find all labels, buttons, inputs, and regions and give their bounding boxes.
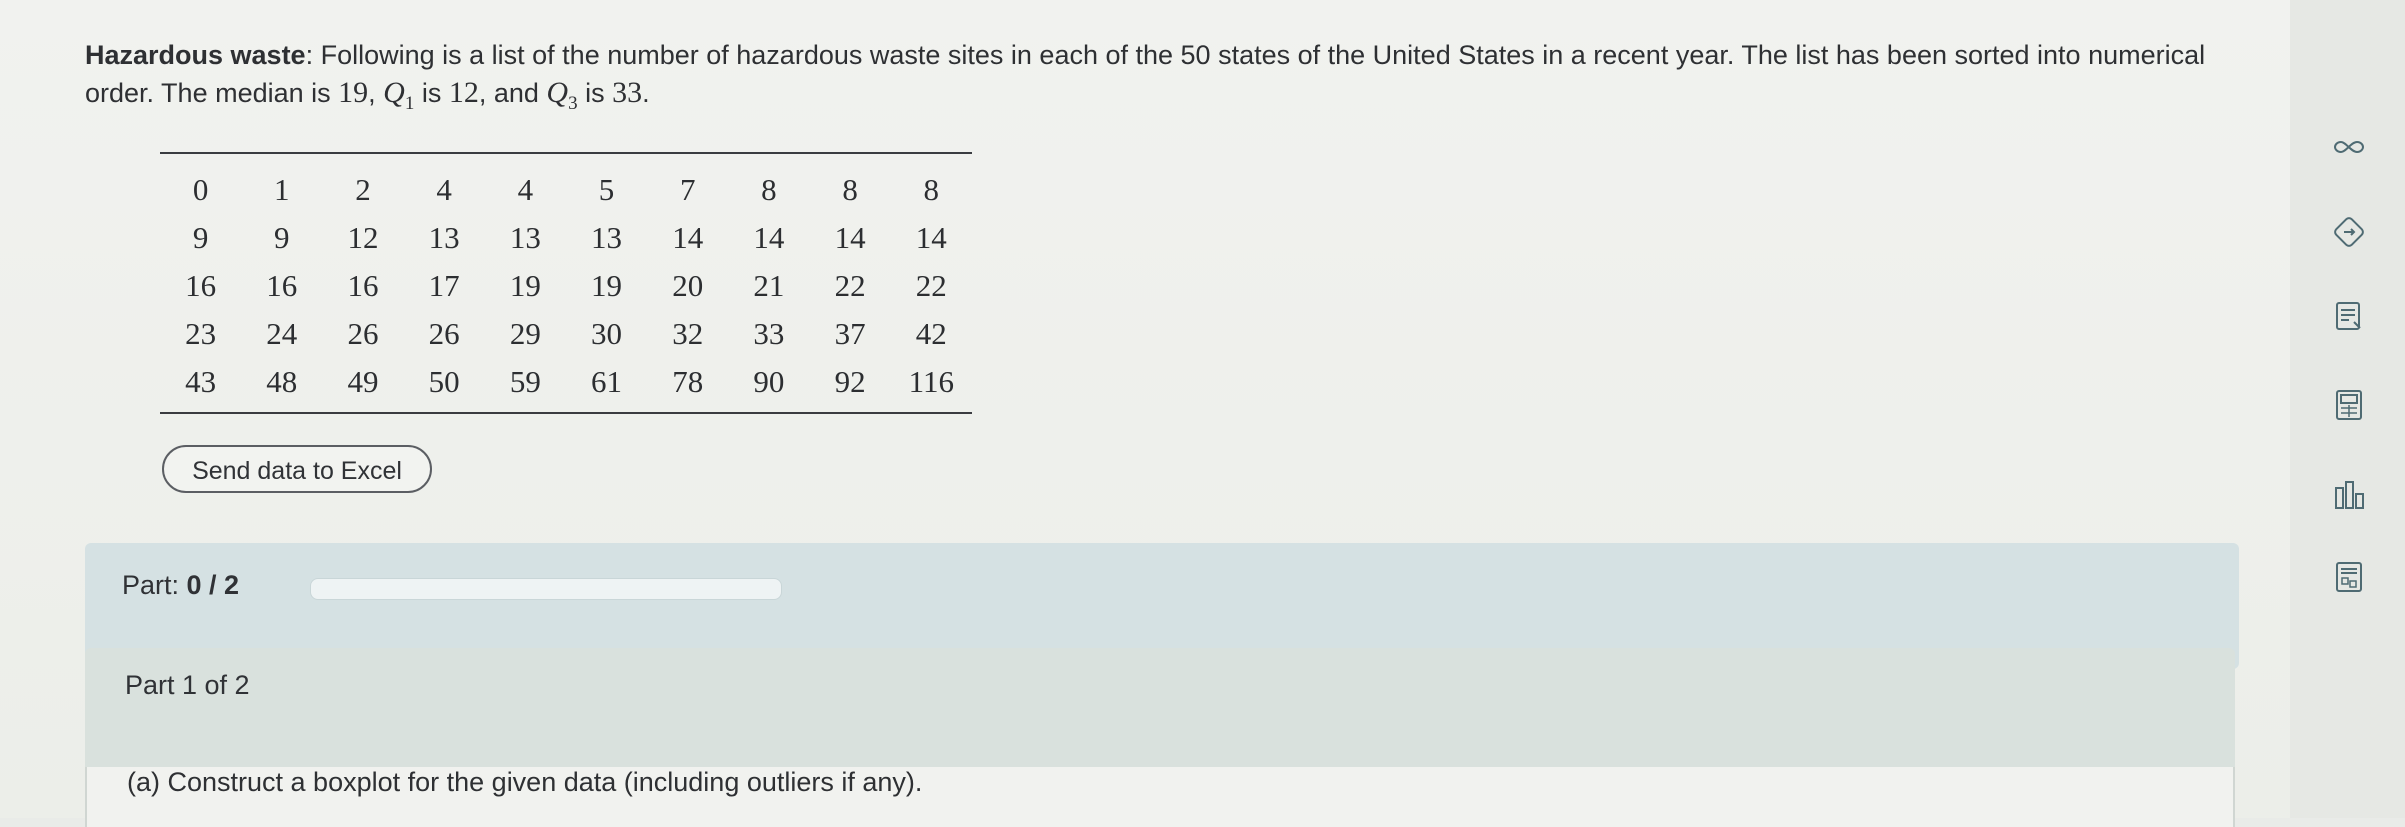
- table-cell: 23: [185, 316, 217, 351]
- table-cell: 8: [923, 172, 940, 207]
- table-cell: 20: [672, 268, 704, 303]
- infinity-icon[interactable]: [2332, 130, 2366, 164]
- table-cell: 90: [753, 364, 785, 399]
- table-cell: 92: [834, 364, 866, 399]
- table-cell: 26: [347, 316, 379, 351]
- send-to-excel-button[interactable]: Send data to Excel: [162, 445, 432, 493]
- table-cell: 29: [509, 316, 541, 351]
- part-label-text: Part:: [122, 570, 187, 600]
- table-row: 43 48 49 50 59 61 78 90 92 116: [160, 358, 972, 406]
- table-cell: 59: [509, 364, 541, 399]
- table-cell: 13: [591, 220, 623, 255]
- table-cell: 1: [274, 172, 290, 207]
- part-progress-label: Part: 0 / 2: [122, 570, 239, 601]
- table-cell: 2: [355, 172, 371, 207]
- table-row: 16 16 16 17 19 19 20 21 22 22: [160, 262, 972, 310]
- table-cell: 61: [591, 364, 623, 399]
- q3-subscript: 3: [568, 93, 578, 114]
- right-toolbar: [2290, 0, 2405, 818]
- table-cell: 14: [834, 220, 866, 255]
- table-cell: 24: [266, 316, 298, 351]
- q1-value: 12: [448, 76, 479, 109]
- table-cell: 48: [266, 364, 298, 399]
- part-progress-value: 0 / 2: [186, 570, 240, 600]
- part1-body: (a) Construct a boxplot for the given da…: [85, 767, 2235, 827]
- table-row: 9 9 12 13 13 13 14 14 14 14: [160, 214, 972, 262]
- question-text: (a) Construct a boxplot for the given da…: [127, 767, 923, 797]
- table-cell: 26: [428, 316, 460, 351]
- problem-text: .: [642, 78, 650, 108]
- table-cell: 22: [915, 268, 947, 303]
- part1-title: Part 1 of 2: [125, 670, 250, 700]
- problem-heading: Hazardous waste: [85, 40, 306, 70]
- table-cell: 9: [274, 220, 290, 255]
- table-cell: 8: [842, 172, 858, 207]
- table-cell: 43: [185, 364, 217, 399]
- table-cell: 42: [915, 316, 947, 351]
- table-cell: 14: [753, 220, 785, 255]
- table-cell: 21: [753, 268, 785, 303]
- bar-chart-icon[interactable]: [2332, 478, 2366, 512]
- table-cell: 0: [192, 172, 209, 207]
- table-cell: 16: [266, 268, 298, 303]
- data-table: 0 1 2 4 4 5 7 8 8 8 9 9 12 13 13 13 14 1…: [160, 152, 972, 414]
- table-cell: 5: [598, 172, 615, 207]
- table-cell: 16: [185, 268, 217, 303]
- table-cell: 32: [672, 316, 704, 351]
- table-row: 0 1 2 4 4 5 7 8 8 8: [160, 166, 972, 214]
- tag-icon[interactable]: [2332, 215, 2366, 249]
- table-cell: 33: [753, 316, 785, 351]
- table-cell: 4: [436, 172, 452, 207]
- table-cell: 19: [591, 268, 623, 303]
- problem-text: is: [577, 78, 613, 108]
- q1-subscript: 1: [404, 93, 415, 114]
- progress-track: [310, 578, 782, 600]
- problem-text: is: [414, 78, 449, 108]
- table-cell: 12: [347, 220, 379, 255]
- main-content: Hazardous waste: Following is a list of …: [0, 0, 2290, 827]
- data-sheet-icon[interactable]: [2332, 560, 2366, 594]
- table-cell: 50: [428, 364, 460, 399]
- table-cell: 14: [915, 220, 947, 255]
- q3-symbol: Q3: [546, 76, 577, 114]
- table-cell: 49: [347, 364, 379, 399]
- notes-icon[interactable]: [2332, 300, 2366, 334]
- q1-symbol: Q1: [383, 76, 414, 114]
- table-cell: 13: [428, 220, 460, 255]
- part1-header: Part 1 of 2: [85, 648, 2235, 768]
- table-cell: 19: [509, 268, 541, 303]
- q3-value: 33: [612, 76, 643, 109]
- problem-text: ,: [368, 78, 384, 108]
- table-cell: 13: [509, 220, 541, 255]
- table-cell: 14: [672, 220, 704, 255]
- table-cell: 16: [347, 268, 379, 303]
- q1-variable: Q: [383, 76, 405, 109]
- table-cell: 22: [834, 268, 866, 303]
- table-cell: 30: [591, 316, 623, 351]
- table-cell: 37: [834, 316, 866, 351]
- median-value: 19: [338, 76, 369, 109]
- table-cell: 78: [672, 364, 704, 399]
- table-cell: 7: [679, 172, 696, 207]
- q3-variable: Q: [546, 76, 569, 109]
- table-cell: 116: [908, 364, 954, 399]
- calculator-icon[interactable]: [2332, 388, 2366, 422]
- problem-statement: Hazardous waste: Following is a list of …: [85, 36, 2255, 123]
- table-cell: 17: [428, 268, 460, 303]
- table-cell: 9: [192, 220, 209, 255]
- table-row: 23 24 26 26 29 30 32 33 37 42: [160, 310, 972, 358]
- problem-text: , and: [478, 78, 547, 108]
- table-cell: 8: [761, 172, 777, 207]
- table-cell: 4: [517, 172, 534, 207]
